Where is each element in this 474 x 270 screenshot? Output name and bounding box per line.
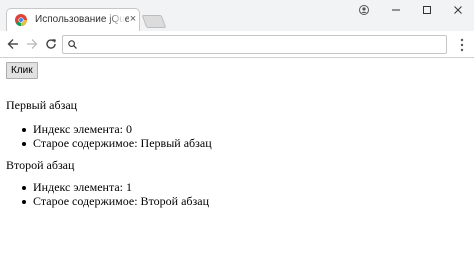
page-content: Клик Первый абзац Индекс элемента: 0 Ста… xyxy=(0,58,474,270)
profile-icon xyxy=(359,5,369,15)
back-button[interactable] xyxy=(5,36,21,52)
minimize-icon xyxy=(392,9,400,11)
arrow-right-icon xyxy=(27,39,38,49)
browser-toolbar xyxy=(0,31,474,58)
list-item: Старое содержимое: Первый абзац xyxy=(33,136,212,150)
reload-button[interactable] xyxy=(43,36,59,52)
list-bullet xyxy=(22,200,26,204)
list-item: Индекс элемента: 0 xyxy=(33,122,133,136)
arrow-left-icon xyxy=(7,39,18,49)
more-menu-icon[interactable] xyxy=(458,37,466,53)
reload-icon xyxy=(46,39,56,49)
paragraph-first: Первый абзац xyxy=(6,98,78,112)
maximize-icon xyxy=(423,6,431,14)
tab-close-icon[interactable]: × xyxy=(127,12,139,26)
forward-button[interactable] xyxy=(24,36,40,52)
close-window-button[interactable] xyxy=(443,0,473,20)
maximize-button[interactable] xyxy=(412,0,442,20)
close-icon xyxy=(454,6,462,14)
paragraph-second: Второй абзац xyxy=(6,158,75,172)
click-button[interactable]: Клик xyxy=(6,62,38,79)
address-bar[interactable] xyxy=(62,35,447,54)
minimize-button[interactable] xyxy=(381,0,411,20)
new-tab-button[interactable] xyxy=(141,15,167,28)
list-bullet xyxy=(22,186,26,190)
browser-titlebar: Использование jQuery × xyxy=(0,0,474,31)
search-icon xyxy=(68,40,77,49)
list-bullet xyxy=(22,142,26,146)
profile-button[interactable] xyxy=(349,0,379,20)
tab-title-fade xyxy=(107,11,125,29)
browser-tab[interactable]: Использование jQuery × xyxy=(6,8,140,31)
chrome-favicon-icon xyxy=(15,14,27,26)
list-bullet xyxy=(22,128,26,132)
list-item: Старое содержимое: Второй абзац xyxy=(33,194,209,208)
list-item: Индекс элемента: 1 xyxy=(33,180,133,194)
